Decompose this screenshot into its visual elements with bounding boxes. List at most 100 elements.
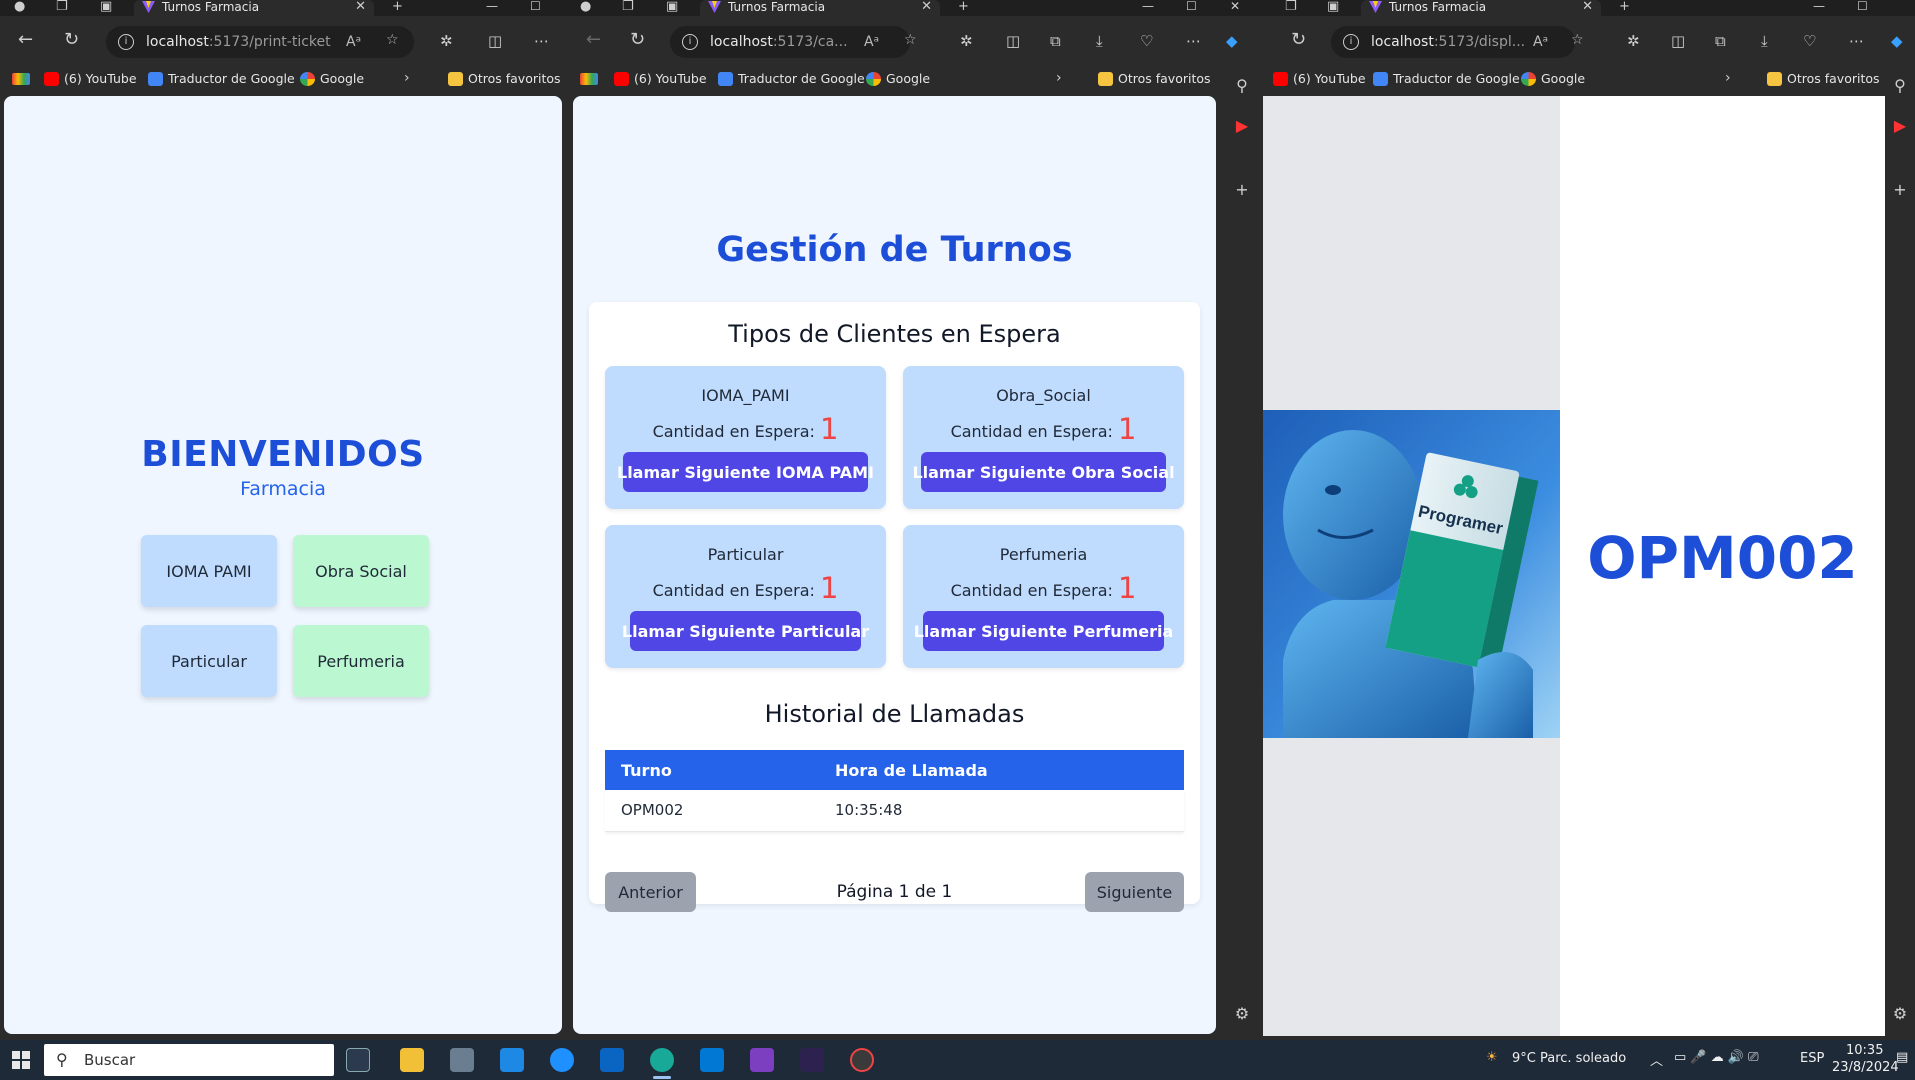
tab-actions-icon[interactable]: ▣ — [1327, 0, 1339, 14]
bookmark-otros-favoritos[interactable]: Otros favoritos — [448, 71, 561, 87]
bookmark-traductor[interactable]: Traductor de Google — [1373, 71, 1520, 87]
clock-date[interactable]: 23/8/2024 — [1832, 1060, 1899, 1075]
bookmarks-overflow-icon[interactable]: › — [1056, 70, 1062, 86]
next-page-button[interactable]: Siguiente — [1085, 872, 1184, 912]
taskbar-search-input[interactable]: ⚲ Buscar — [44, 1044, 334, 1076]
refresh-icon[interactable]: ↻ — [1291, 30, 1306, 50]
outlook-icon[interactable] — [600, 1048, 624, 1072]
read-aloud-icon[interactable]: Aᵃ — [1533, 34, 1548, 50]
new-tab-icon[interactable]: + — [958, 0, 969, 14]
sidebar-search-icon[interactable]: ⚲ — [1221, 76, 1263, 95]
bookmark-google[interactable]: Google — [1521, 71, 1585, 87]
file-explorer-icon[interactable] — [400, 1048, 424, 1072]
sidebar-add-icon[interactable]: + — [1221, 180, 1263, 199]
bookmark-youtube[interactable]: (6) YouTube — [1273, 71, 1366, 87]
extensions-icon[interactable]: ✲ — [960, 32, 973, 50]
bookmark-google[interactable]: Google — [866, 71, 930, 87]
workspaces-icon[interactable]: ❐ — [56, 0, 68, 14]
close-tab-icon[interactable]: ✕ — [921, 0, 932, 14]
microsoft-store-icon[interactable] — [500, 1048, 524, 1072]
copilot-icon[interactable]: ◆ — [1891, 32, 1903, 50]
back-icon[interactable]: ← — [586, 30, 601, 50]
sidebar-search-icon[interactable]: ⚲ — [1885, 76, 1915, 95]
bookmarks-overflow-icon[interactable]: › — [1725, 70, 1731, 86]
apps-icon[interactable] — [12, 73, 30, 85]
app-icon-generic[interactable] — [450, 1048, 474, 1072]
browser-essentials-icon[interactable]: ♡ — [1140, 32, 1153, 50]
clock-time[interactable]: 10:35 — [1846, 1043, 1883, 1058]
weather-icon[interactable]: ☀ — [1486, 1050, 1498, 1065]
refresh-icon[interactable]: ↻ — [630, 30, 645, 50]
tab-actions-icon[interactable]: ▣ — [100, 0, 112, 14]
sidebar-add-icon[interactable]: + — [1885, 180, 1915, 199]
site-info-icon[interactable]: i — [118, 34, 134, 50]
bookmarks-overflow-icon[interactable]: › — [404, 70, 410, 86]
downloads-icon[interactable]: ⤓ — [1761, 32, 1768, 50]
split-screen-icon[interactable]: ◫ — [1671, 32, 1685, 50]
extensions-icon[interactable]: ✲ — [440, 32, 453, 50]
ticket-button-particular[interactable]: Particular — [141, 625, 277, 697]
bookmark-traductor[interactable]: Traductor de Google — [718, 71, 865, 87]
split-screen-icon[interactable]: ◫ — [488, 32, 502, 50]
profile-icon[interactable]: ● — [14, 0, 25, 14]
favorite-star-icon[interactable]: ☆ — [386, 32, 399, 48]
address-bar[interactable]: i localhost:5173/print-ticket — [106, 26, 414, 58]
sidebar-youtube-icon[interactable]: ▶ — [1221, 116, 1263, 135]
language-indicator[interactable]: ESP — [1800, 1051, 1824, 1066]
terminal-icon[interactable] — [800, 1048, 824, 1072]
call-next-perfumeria-button[interactable]: Llamar Siguiente Perfumeria — [914, 611, 1173, 651]
browser-essentials-icon[interactable]: ♡ — [1803, 32, 1816, 50]
more-menu-icon[interactable]: ⋯ — [1849, 32, 1864, 50]
windows-start-icon[interactable] — [12, 1051, 30, 1069]
favorite-star-icon[interactable]: ☆ — [904, 32, 917, 48]
task-view-icon[interactable] — [346, 1048, 370, 1072]
maximize-icon[interactable]: ☐ — [1186, 0, 1197, 13]
notifications-icon[interactable]: ▤ — [1896, 1050, 1908, 1065]
read-aloud-icon[interactable]: Aᵃ — [346, 34, 361, 50]
refresh-icon[interactable]: ↻ — [64, 30, 79, 50]
tab-turnos-farmacia[interactable]: Turnos Farmacia ✕ — [700, 0, 940, 16]
extensions-icon[interactable]: ✲ — [1627, 32, 1640, 50]
tab-turnos-farmacia[interactable]: Turnos Farmacia ✕ — [134, 0, 374, 16]
vscode-icon[interactable] — [700, 1048, 724, 1072]
split-screen-icon[interactable]: ◫ — [1006, 32, 1020, 50]
call-next-particular-button[interactable]: Llamar Siguiente Particular — [622, 611, 869, 651]
favorite-star-icon[interactable]: ☆ — [1571, 32, 1584, 48]
copilot-icon[interactable]: ◆ — [1226, 32, 1238, 50]
bookmark-otros-favoritos[interactable]: Otros favoritos — [1098, 71, 1211, 87]
more-menu-icon[interactable]: ⋯ — [534, 32, 549, 50]
firefox-icon[interactable] — [550, 1048, 574, 1072]
minimize-icon[interactable]: — — [1142, 0, 1154, 13]
read-aloud-icon[interactable]: Aᵃ — [864, 34, 879, 50]
tab-actions-icon[interactable]: ▣ — [666, 0, 678, 14]
bookmark-youtube[interactable]: (6) YouTube — [614, 71, 707, 87]
weather-text[interactable]: 9°C Parc. soleado — [1512, 1051, 1626, 1066]
edge-icon[interactable] — [650, 1048, 674, 1072]
close-tab-icon[interactable]: ✕ — [1582, 0, 1593, 14]
ticket-button-ioma-pami[interactable]: IOMA PAMI — [141, 535, 277, 607]
tray-chevron-icon[interactable]: ︿ — [1650, 1050, 1663, 1069]
visual-studio-icon[interactable] — [750, 1048, 774, 1072]
app-icon-recorder[interactable] — [850, 1048, 874, 1072]
site-info-icon[interactable]: i — [682, 34, 698, 50]
close-tab-icon[interactable]: ✕ — [355, 0, 366, 14]
call-next-ioma-pami-button[interactable]: Llamar Siguiente IOMA PAMI — [617, 452, 874, 492]
apps-icon[interactable] — [580, 73, 598, 85]
collections-icon[interactable]: ⧉ — [1050, 32, 1061, 50]
more-menu-icon[interactable]: ⋯ — [1186, 32, 1201, 50]
minimize-icon[interactable]: — — [1813, 0, 1825, 13]
tray-icons[interactable]: ▭ 🎤 ☁ 🔊 ⎚ — [1674, 1050, 1759, 1065]
close-window-icon[interactable]: ✕ — [1230, 0, 1240, 13]
sidebar-settings-icon[interactable]: ⚙ — [1221, 1004, 1263, 1023]
workspaces-icon[interactable]: ❐ — [1285, 0, 1297, 14]
bookmark-otros-favoritos[interactable]: Otros favoritos — [1767, 71, 1880, 87]
call-next-obra-social-button[interactable]: Llamar Siguiente Obra Social — [912, 452, 1175, 492]
collections-icon[interactable]: ⧉ — [1715, 32, 1726, 50]
sidebar-settings-icon[interactable]: ⚙ — [1885, 1004, 1915, 1023]
downloads-icon[interactable]: ⤓ — [1096, 32, 1103, 50]
sidebar-youtube-icon[interactable]: ▶ — [1885, 116, 1915, 135]
maximize-icon[interactable]: ☐ — [530, 0, 541, 13]
workspaces-icon[interactable]: ❐ — [622, 0, 634, 14]
minimize-icon[interactable]: — — [486, 0, 498, 13]
site-info-icon[interactable]: i — [1343, 34, 1359, 50]
